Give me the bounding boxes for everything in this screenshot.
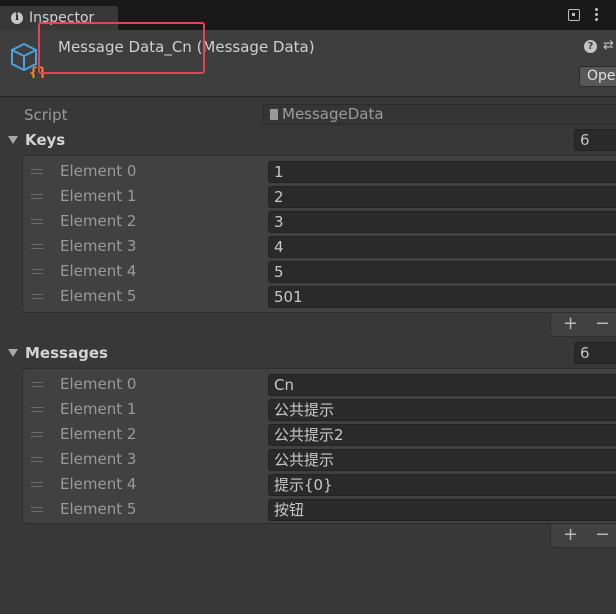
element-value-field[interactable]: 公共提示 [268,449,616,471]
element-label: Element 2 [60,425,137,443]
list-item: Element 3 公共提示 [23,447,616,472]
drag-handle-icon[interactable] [31,269,43,277]
drag-handle-icon[interactable] [31,432,43,440]
element-label: Element 1 [60,400,137,418]
element-value-field[interactable]: 公共提示 [268,399,616,421]
element-value-field[interactable]: 提示{0} [268,474,616,496]
element-value-field[interactable]: 3 [268,211,616,233]
inspector-header: {} Message Data_Cn (Message Data) ? ⇄ Op… [0,22,616,96]
list-item: Element 4 提示{0} [23,472,616,497]
drag-handle-icon[interactable] [31,507,43,515]
keys-title[interactable]: Keys [25,131,65,149]
element-label: Element 1 [60,187,137,205]
list-item: Element 2 公共提示2 [23,422,616,447]
list-item: Element 2 3 [23,209,616,234]
element-label: Element 4 [60,475,137,493]
messages-foldout-arrow-icon[interactable] [8,349,18,357]
add-element-button[interactable]: + [563,314,578,334]
element-value-field[interactable]: 按钮 [268,499,616,521]
keys-list-footer: + − [550,313,616,337]
remove-element-button[interactable]: − [595,525,610,545]
element-value-field[interactable]: 501 [268,286,616,308]
drag-handle-icon[interactable] [31,294,43,302]
help-icon[interactable]: ? [584,40,597,53]
drag-handle-icon[interactable] [31,407,43,415]
settings-sliders-icon[interactable]: ⇄ [603,38,614,53]
list-item: Element 1 2 [23,184,616,209]
list-item: Element 5 按钮 [23,497,616,522]
element-label: Element 2 [60,212,137,230]
element-label: Element 5 [60,287,137,305]
list-item: Element 4 5 [23,259,616,284]
element-label: Element 3 [60,450,137,468]
drag-handle-icon[interactable] [31,194,43,202]
drag-handle-icon[interactable] [31,219,43,227]
remove-element-button[interactable]: − [595,314,610,334]
list-item: Element 1 公共提示 [23,397,616,422]
element-label: Element 5 [60,500,137,518]
element-value-field[interactable]: 2 [268,186,616,208]
keys-foldout-arrow-icon[interactable] [8,136,18,144]
list-item: Element 0 1 [23,159,616,184]
list-item: Element 0 Cn [23,372,616,397]
highlight-box [38,22,205,74]
kebab-menu-icon[interactable] [588,6,604,26]
script-file-icon [270,109,278,120]
element-label: Element 0 [60,375,137,393]
list-item: Element 5 501 [23,284,616,309]
header-divider [0,96,616,97]
script-field-value: MessageData [282,105,384,123]
script-label: Script [24,106,68,124]
drag-handle-icon[interactable] [31,482,43,490]
drag-handle-icon[interactable] [31,457,43,465]
messages-list: Element 0 Cn Element 1 公共提示 Element 2 公共… [22,368,616,524]
list-item: Element 3 4 [23,234,616,259]
element-value-field[interactable]: 4 [268,236,616,258]
element-value-field[interactable]: 1 [268,161,616,183]
add-element-button[interactable]: + [563,525,578,545]
messages-list-footer: + − [550,524,616,548]
info-icon: i [11,12,23,24]
element-value-field[interactable]: 5 [268,261,616,283]
drag-handle-icon[interactable] [31,244,43,252]
keys-size-field[interactable]: 6 [574,129,616,151]
element-value-field[interactable]: 公共提示2 [268,424,616,446]
element-label: Element 4 [60,262,137,280]
lock-icon[interactable] [568,9,580,21]
element-value-field[interactable]: Cn [268,374,616,396]
messages-size-field[interactable]: 6 [574,342,616,364]
script-field[interactable]: MessageData [263,104,616,125]
open-button[interactable]: Ope [579,66,616,87]
drag-handle-icon[interactable] [31,169,43,177]
drag-handle-icon[interactable] [31,382,43,390]
keys-list: Element 0 1 Element 1 2 Element 2 3 Elem… [22,155,616,313]
messages-title[interactable]: Messages [25,344,108,362]
element-label: Element 3 [60,237,137,255]
element-label: Element 0 [60,162,137,180]
